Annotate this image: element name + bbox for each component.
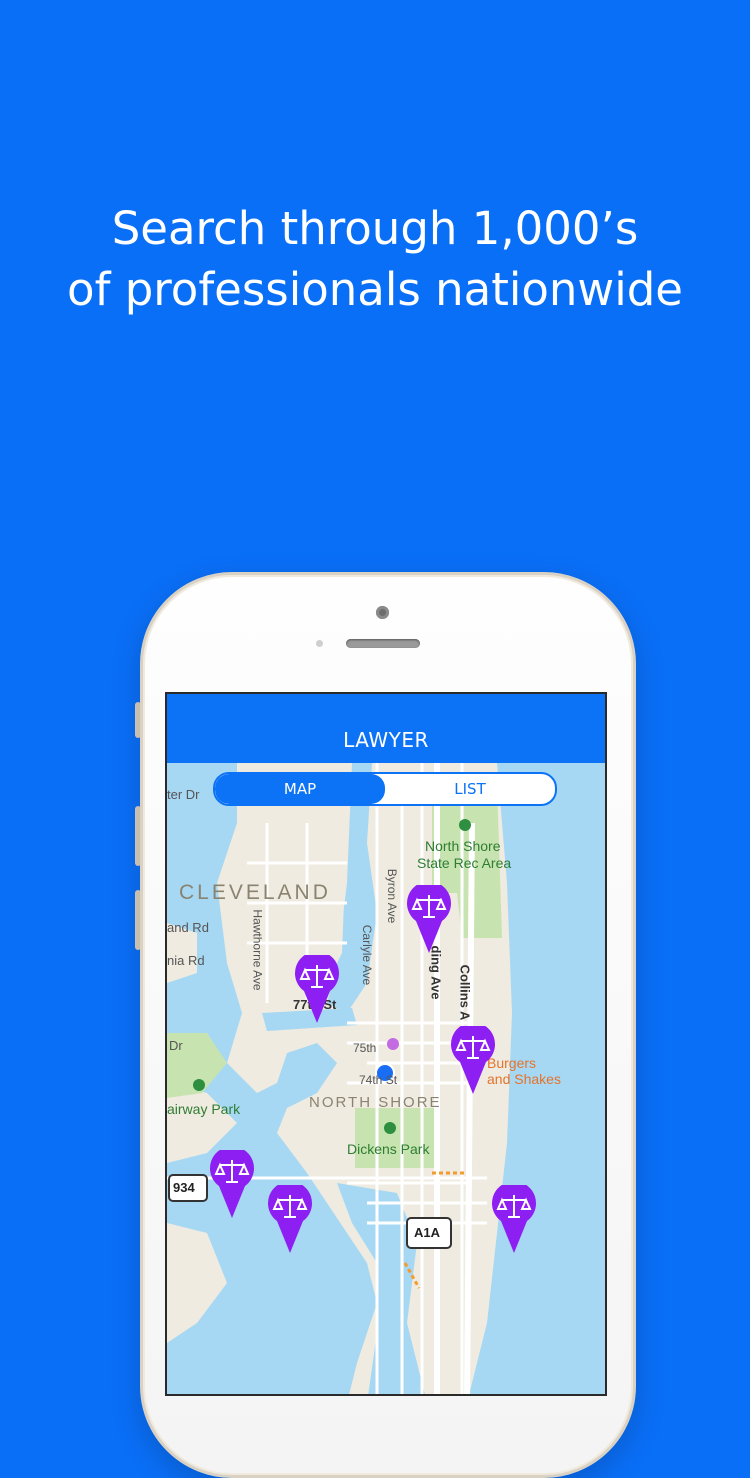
label-fairway-park: airway Park <box>167 1101 241 1117</box>
label-and-rd: and Rd <box>167 920 209 935</box>
label-dr: Dr <box>169 1038 183 1053</box>
map-list-segmented-control: MAP LIST <box>213 772 557 806</box>
headline-line-1: Search through 1,000’s <box>111 202 639 255</box>
scales-of-justice-icon <box>451 1026 495 1094</box>
label-and-shakes: and Shakes <box>487 1071 561 1087</box>
scales-of-justice-icon <box>295 955 339 1023</box>
lawyer-pin[interactable] <box>294 955 340 1025</box>
segment-list[interactable]: LIST <box>385 774 555 804</box>
tree-icon <box>384 1122 396 1134</box>
lawyer-pin[interactable] <box>267 1185 313 1255</box>
poi-marker <box>387 1038 399 1050</box>
scales-of-justice-icon <box>268 1185 312 1253</box>
segment-map[interactable]: MAP <box>215 774 385 804</box>
lawyer-pin[interactable] <box>209 1150 255 1220</box>
label-carlyle-ave: Carlyle Ave <box>360 924 375 986</box>
route-shield-934-label: 934 <box>173 1180 195 1195</box>
lawyer-pin[interactable] <box>450 1026 496 1096</box>
headline: Search through 1,000’s of professionals … <box>0 198 750 320</box>
headline-line-2: of professionals nationwide <box>67 263 683 316</box>
label-nia-rd: nia Rd <box>167 953 205 968</box>
label-ter-dr: ter Dr <box>167 787 200 802</box>
tree-icon <box>193 1079 205 1091</box>
label-hawthorne-ave: Hawthorne Ave <box>250 909 265 991</box>
lawyer-pin[interactable] <box>406 885 452 955</box>
front-camera <box>376 606 389 619</box>
label-cleveland: CLEVELAND <box>179 881 331 904</box>
scales-of-justice-icon <box>407 885 451 953</box>
route-shield-a1a-label: A1A <box>414 1225 441 1240</box>
label-dickens-park: Dickens Park <box>347 1141 430 1157</box>
lawyer-pin[interactable] <box>491 1185 537 1255</box>
scales-of-justice-icon <box>492 1185 536 1253</box>
label-byron-ave: Byron Ave <box>385 868 400 924</box>
label-state-rec-area: State Rec Area <box>417 855 512 871</box>
earpiece-speaker <box>346 639 420 648</box>
nav-bar: LAWYER <box>167 694 605 763</box>
proximity-sensor <box>316 640 323 647</box>
map-view[interactable]: CLEVELAND NORTH SHORE North Shore State … <box>167 763 605 1394</box>
label-north-shore-park: North Shore <box>425 838 501 854</box>
label-collins-ave: Collins A <box>457 964 473 1021</box>
label-north-shore-area: NORTH SHORE <box>309 1094 442 1111</box>
label-75th: 75th <box>353 1041 377 1055</box>
phone-screen: LAWYER CLEVELAND NORTH SHORE North Shore… <box>165 692 607 1396</box>
page-title: LAWYER <box>343 728 429 752</box>
tree-icon <box>459 819 471 831</box>
scales-of-justice-icon <box>210 1150 254 1218</box>
label-74th-st: 74th St <box>359 1073 398 1087</box>
